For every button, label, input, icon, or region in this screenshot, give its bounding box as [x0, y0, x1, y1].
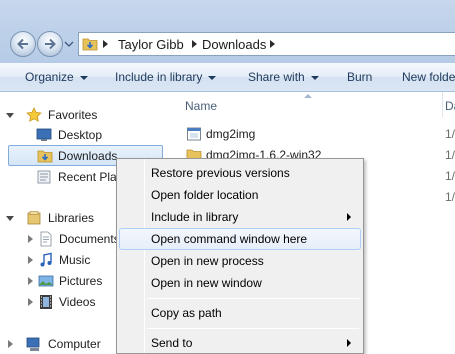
desktop-icon	[36, 128, 52, 141]
share-with-button[interactable]: Share with	[248, 70, 319, 84]
menu-item-label: Include in library	[151, 210, 239, 224]
include-in-library-button[interactable]: Include in library	[115, 70, 217, 84]
expand-arrow-icon[interactable]	[28, 298, 33, 306]
menu-item-restore-previous-versions[interactable]: Restore previous versions	[119, 162, 361, 184]
expand-arrow-icon[interactable]	[6, 113, 14, 118]
forward-button[interactable]	[37, 31, 63, 57]
column-header-name[interactable]: Name	[185, 99, 217, 113]
application-icon	[187, 127, 201, 141]
menu-item-open-folder-location[interactable]: Open folder location	[119, 184, 361, 206]
nav-libraries-label: Libraries	[48, 211, 95, 225]
documents-icon	[40, 231, 52, 247]
file-date: 1/	[445, 148, 455, 162]
caret-down-icon	[208, 75, 217, 80]
nav-documents-label: Documents	[59, 232, 120, 246]
column-divider[interactable]	[442, 92, 443, 117]
column-header-date[interactable]: Da	[445, 99, 455, 113]
new-folder-label: New folde	[402, 70, 455, 84]
expand-arrow-icon[interactable]	[8, 340, 13, 348]
organize-button[interactable]: Organize	[25, 70, 88, 84]
breadcrumb-downloads[interactable]: Downloads	[202, 37, 266, 52]
window-titlebar: Taylor Gibb Downloads	[0, 0, 455, 63]
sort-ascending-icon	[304, 94, 312, 98]
computer-icon	[26, 337, 40, 351]
pictures-icon	[38, 275, 54, 287]
menu-item-open-in-new-process[interactable]: Open in new process	[119, 250, 361, 272]
file-date: 1/	[445, 127, 455, 141]
menu-item-label: Copy as path	[151, 306, 222, 320]
caret-down-icon	[79, 75, 88, 80]
nav-recent-places-label: Recent Plac	[58, 170, 123, 184]
submenu-arrow-icon	[347, 339, 351, 347]
caret-down-icon	[310, 75, 319, 80]
downloads-folder-icon	[37, 150, 53, 163]
arrow-left-icon	[17, 38, 28, 50]
menu-item-label: Open folder location	[151, 188, 259, 202]
nav-music-label: Music	[59, 253, 91, 267]
share-with-label: Share with	[248, 70, 305, 84]
breadcrumb-separator-icon[interactable]	[192, 40, 197, 48]
expand-arrow-icon[interactable]	[28, 235, 33, 243]
arrow-right-icon	[45, 38, 56, 50]
nav-pictures-label: Pictures	[59, 274, 103, 288]
expand-arrow-icon[interactable]	[6, 216, 14, 221]
file-date: 1/	[445, 190, 455, 204]
menu-item-label: Open command window here	[151, 232, 308, 246]
submenu-arrow-icon	[347, 213, 351, 221]
new-folder-button[interactable]: New folde	[402, 70, 455, 84]
star-icon	[26, 107, 42, 122]
nav-videos-label: Videos	[59, 295, 96, 309]
recent-places-icon	[37, 170, 51, 184]
menu-item-open-in-new-window[interactable]: Open in new window	[119, 272, 361, 294]
nav-desktop[interactable]: Desktop	[30, 125, 160, 145]
nav-desktop-label: Desktop	[58, 128, 103, 142]
command-toolbar: Organize Include in library Share with B…	[0, 63, 455, 92]
menu-item-copy-as-path[interactable]: Copy as path	[119, 302, 361, 324]
organize-label: Organize	[25, 70, 74, 84]
breadcrumb-separator-icon[interactable]	[103, 40, 108, 48]
file-date: 1/	[445, 169, 455, 183]
menu-separator	[147, 328, 359, 329]
libraries-icon	[27, 211, 41, 225]
file-row[interactable]: dmg2img 1/	[176, 124, 455, 144]
burn-button[interactable]: Burn	[347, 70, 372, 84]
breadcrumb-separator-icon[interactable]	[270, 40, 275, 48]
burn-label: Burn	[347, 70, 373, 84]
menu-item-label: Send to	[151, 336, 193, 350]
breadcrumb-user[interactable]: Taylor Gibb	[118, 37, 184, 52]
file-name: dmg2img	[206, 127, 256, 141]
menu-item-send-to[interactable]: Send to	[119, 332, 361, 354]
menu-item-open-command-window-here[interactable]: Open command window here	[119, 228, 361, 250]
nav-favorites[interactable]: Favorites	[6, 105, 166, 125]
expand-arrow-icon[interactable]	[28, 277, 33, 285]
videos-filmstrip-icon	[40, 295, 52, 309]
menu-separator	[147, 298, 359, 299]
nav-computer-label: Computer	[48, 337, 101, 351]
include-in-library-label: Include in library	[115, 70, 203, 84]
expand-arrow-icon[interactable]	[28, 256, 33, 264]
music-note-icon	[40, 252, 52, 267]
context-menu: Restore previous versions Open folder lo…	[116, 158, 364, 354]
recent-pages-chevron-icon[interactable]	[64, 40, 74, 48]
menu-item-label: Open in new process	[151, 254, 264, 268]
menu-item-label: Restore previous versions	[151, 166, 290, 180]
downloads-folder-icon	[82, 38, 98, 51]
address-bar[interactable]: Taylor Gibb Downloads	[78, 32, 455, 56]
menu-item-include-in-library[interactable]: Include in library	[119, 206, 361, 228]
nav-downloads-label: Downloads	[58, 149, 118, 163]
back-button[interactable]	[10, 31, 36, 57]
menu-item-label: Open in new window	[151, 276, 262, 290]
nav-favorites-label: Favorites	[48, 108, 98, 122]
